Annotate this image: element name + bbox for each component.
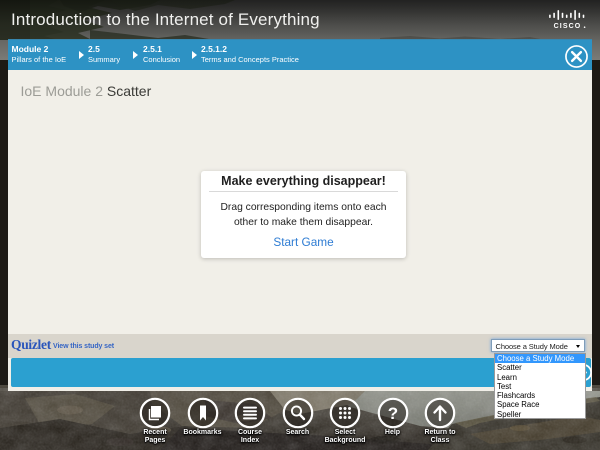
svg-text:CISCO: CISCO	[554, 23, 582, 30]
svg-text:?: ?	[387, 404, 397, 423]
